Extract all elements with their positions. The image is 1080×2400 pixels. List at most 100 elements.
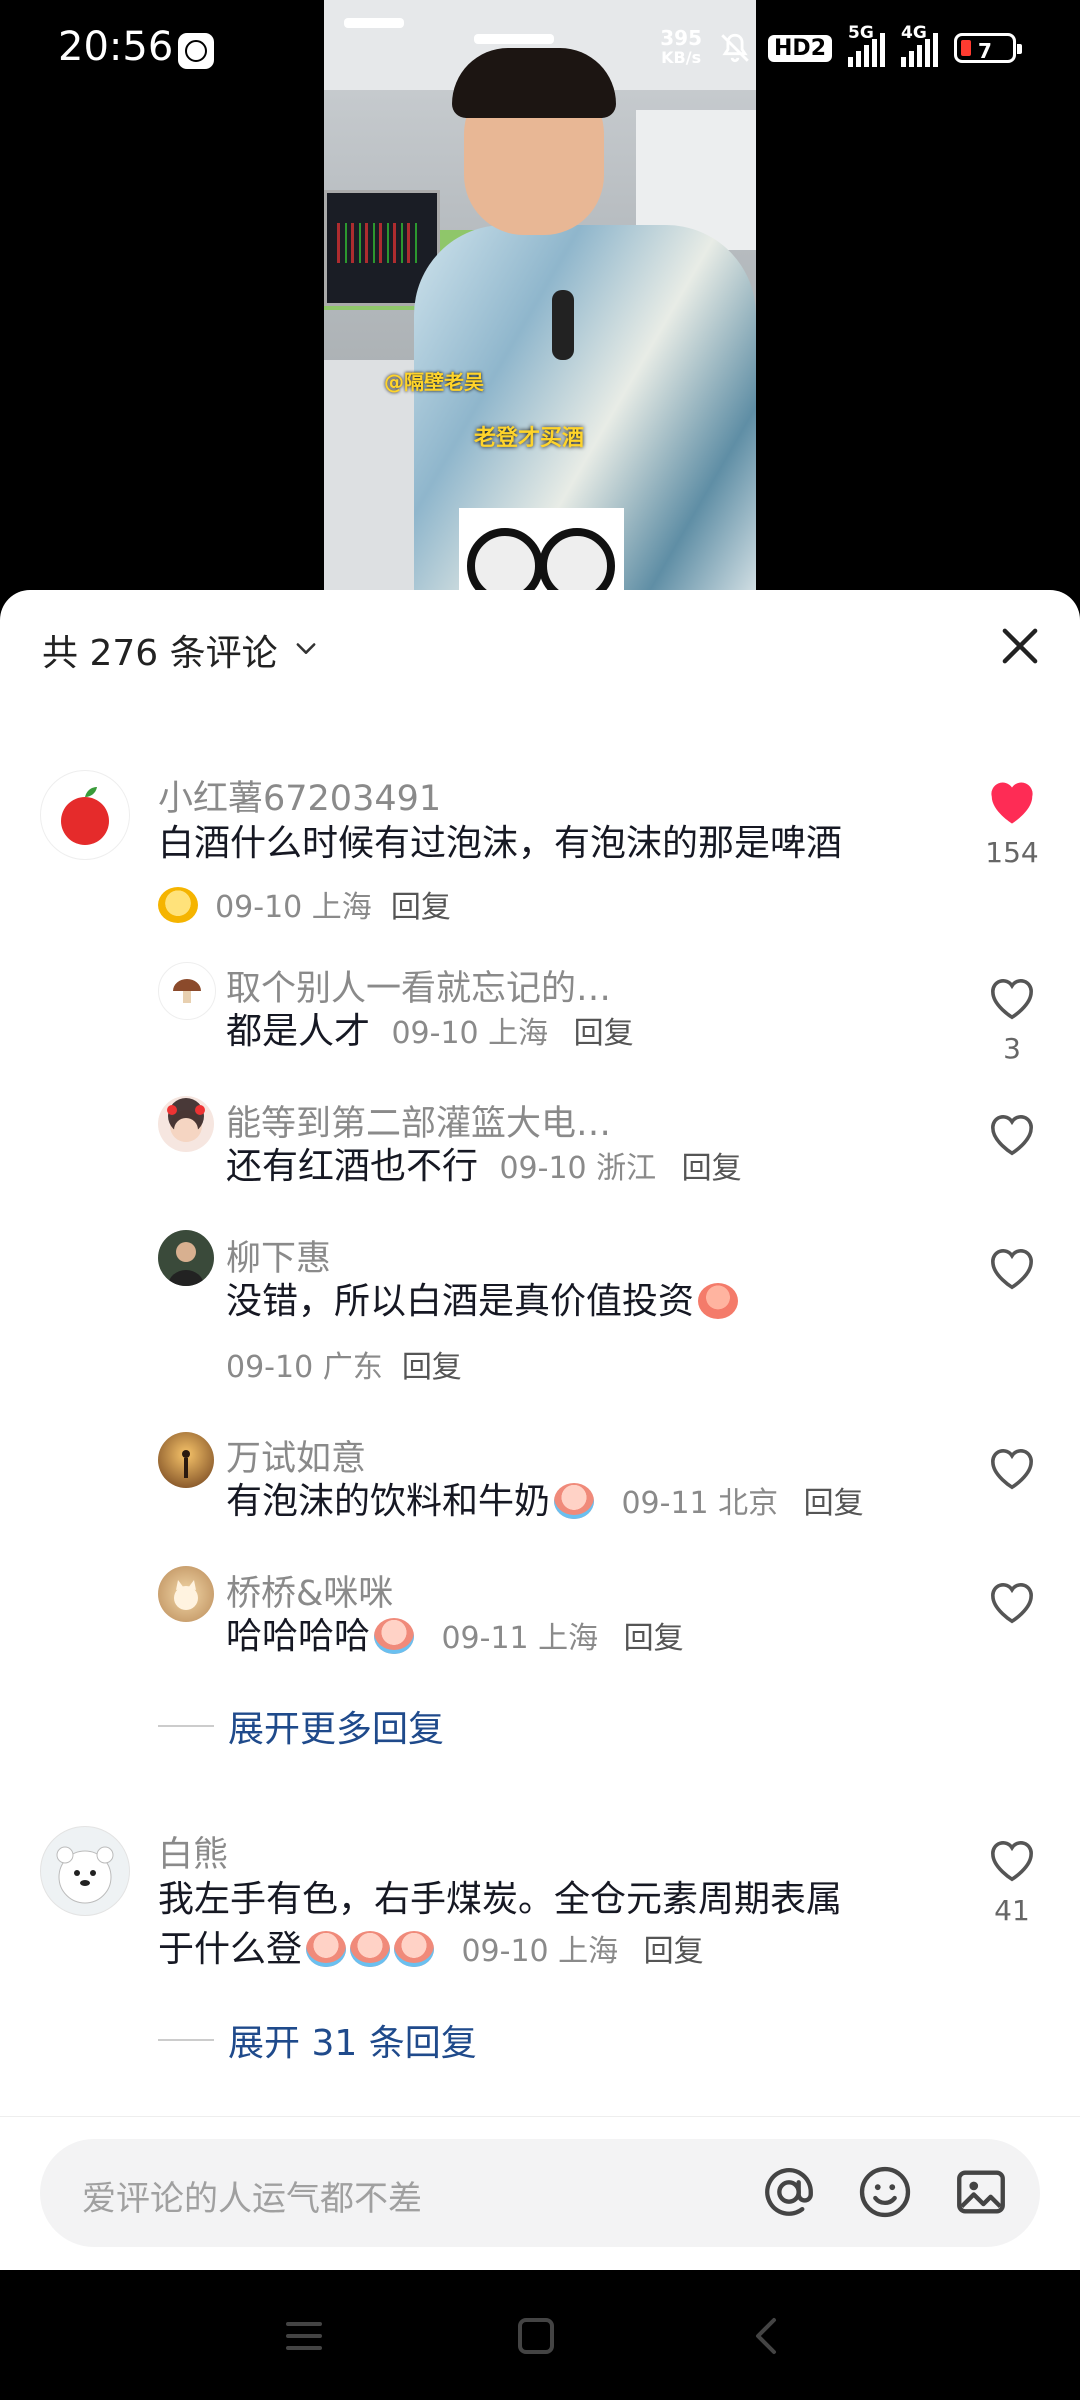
- reply-meta: 09-11 上海: [441, 1621, 599, 1656]
- avatar[interactable]: [158, 1096, 214, 1152]
- cat-avatar-icon: [174, 1580, 198, 1610]
- heart-icon: [991, 1583, 1033, 1624]
- panda-sticker: [459, 508, 624, 600]
- comment-username[interactable]: 小红薯67203491: [158, 770, 441, 821]
- like-count: 154: [985, 836, 1039, 869]
- reply-text-row: 没错，所以白酒是真价值投资: [226, 1278, 739, 1326]
- video-caption: 老登才买酒: [474, 426, 585, 451]
- reply-button[interactable]: 回复: [644, 1934, 704, 1969]
- reply-button[interactable]: 回复: [402, 1350, 462, 1385]
- like-button[interactable]: [982, 1242, 1042, 1296]
- status-indicators: 395 KB/s HD2 5G 4G 7: [660, 23, 1022, 68]
- comment-username[interactable]: 白熊: [158, 1826, 228, 1877]
- person-avatar-icon: [168, 1242, 204, 1286]
- video-mention-tag: @隔壁老吴: [384, 370, 484, 394]
- reply-text: 有泡沫的饮料和牛奶: [226, 1481, 551, 1522]
- signal-4g-label: 4G: [901, 23, 927, 43]
- avatar[interactable]: [158, 962, 216, 1020]
- heart-icon: [991, 979, 1033, 1020]
- at-icon[interactable]: [760, 2163, 818, 2221]
- mushroom-avatar-icon: [173, 979, 201, 1003]
- heart-icon: [991, 1249, 1033, 1290]
- like-button[interactable]: 154: [982, 776, 1042, 869]
- reply-button[interactable]: 回复: [804, 1486, 864, 1521]
- reply-meta-row: 09-10 广东 回复: [226, 1342, 462, 1386]
- image-icon[interactable]: [952, 2163, 1010, 2221]
- reply-text: 没错，所以白酒是真价值投资: [226, 1281, 695, 1322]
- reply-button[interactable]: 回复: [574, 1016, 634, 1051]
- apple-avatar-icon: [61, 787, 109, 845]
- like-button[interactable]: [982, 1108, 1042, 1162]
- reply-button[interactable]: 回复: [682, 1151, 742, 1186]
- battery-icon: 7: [954, 33, 1022, 63]
- heart-icon: [991, 1449, 1033, 1490]
- expand-more-replies-label: 展开更多回复: [228, 1709, 445, 1750]
- video-microphone: [552, 290, 574, 360]
- emoji-cry-laugh-icon: [350, 1931, 391, 1967]
- heart-filled-icon: [991, 782, 1033, 824]
- comment-count-selector[interactable]: 共 276 条评论: [42, 624, 278, 676]
- reply-text: 哈哈哈哈: [226, 1616, 371, 1657]
- reply-username[interactable]: 桥桥&咪咪: [226, 1565, 393, 1616]
- battery-level: 7: [978, 39, 992, 63]
- comment-meta: 09-10 上海: [461, 1934, 619, 1969]
- girl-avatar-icon: [167, 1098, 205, 1142]
- reply-text-row: 哈哈哈哈 09-11 上海 回复: [226, 1613, 684, 1663]
- expand-more-replies-button[interactable]: 展开更多回复: [158, 1700, 444, 1752]
- reply-meta: 09-10 上海: [391, 1016, 549, 1051]
- comment-input-placeholder: 爱评论的人运气都不差: [82, 2179, 422, 2219]
- reply-meta: 09-11 北京: [621, 1486, 779, 1521]
- reply-button[interactable]: 回复: [391, 890, 451, 925]
- reply-button[interactable]: 回复: [624, 1621, 684, 1656]
- expand-31-replies-label: 展开 31 条回复: [228, 2023, 477, 2064]
- heart-icon: [991, 1115, 1033, 1156]
- status-bar: 20:56 395 KB/s HD2 5G 4G 7: [0, 0, 1080, 110]
- avatar[interactable]: [40, 1826, 130, 1916]
- reply-meta: 09-10 广东: [226, 1350, 383, 1385]
- avatar[interactable]: [40, 770, 130, 860]
- reply-text: 都是人才: [226, 1011, 371, 1052]
- avatar[interactable]: [158, 1230, 214, 1286]
- expand-31-replies-button[interactable]: 展开 31 条回复: [158, 2014, 477, 2066]
- like-button[interactable]: [982, 1442, 1042, 1496]
- reply-text-row: 有泡沫的饮料和牛奶 09-11 北京 回复: [226, 1478, 864, 1528]
- reply-username[interactable]: 取个别人一看就忘记的…: [226, 960, 611, 1011]
- avatar[interactable]: [158, 1432, 214, 1488]
- reply-username[interactable]: 能等到第二部灌篮大电…: [226, 1095, 611, 1146]
- system-nav-bar: [0, 2270, 1080, 2400]
- like-button[interactable]: 41: [982, 1834, 1042, 1927]
- comment-text-row: 于什么登 09-10 上海 回复: [158, 1926, 704, 1976]
- like-button[interactable]: 3: [982, 972, 1042, 1065]
- network-speed-unit: KB/s: [661, 48, 702, 67]
- reply-username[interactable]: 柳下惠: [226, 1230, 331, 1281]
- comment-text-line-1: 我左手有色，右手煤炭。全仓元素周期表属: [158, 1879, 843, 1920]
- avatar[interactable]: [158, 1566, 214, 1622]
- emoji-laugh-icon: [698, 1283, 739, 1319]
- reply-username[interactable]: 万试如意: [226, 1430, 366, 1481]
- signal-5g-icon: 5G: [848, 23, 885, 67]
- network-speed-value: 395: [660, 26, 703, 50]
- comment-input[interactable]: 爱评论的人运气都不差: [40, 2139, 1040, 2247]
- emoji-cry-laugh-icon: [374, 1618, 415, 1654]
- white-bear-avatar-icon: [56, 1846, 114, 1904]
- bell-muted-icon: [721, 33, 749, 63]
- comment-input-bar: 爱评论的人运气都不差: [0, 2116, 1080, 2271]
- emoji-cry-laugh-icon: [554, 1483, 595, 1519]
- emoji-cry-laugh-icon: [306, 1931, 347, 1967]
- emoji-icon[interactable]: [856, 2163, 914, 2221]
- clock-app-icon: [178, 33, 214, 69]
- signal-5g-label: 5G: [848, 23, 874, 43]
- close-icon[interactable]: [994, 620, 1046, 672]
- comment-meta-row: 09-10 上海 回复: [158, 882, 451, 926]
- chevron-down-icon[interactable]: [292, 634, 320, 662]
- comment-meta: 09-10 上海: [215, 890, 372, 925]
- emoji-sticker-icon: [158, 887, 198, 923]
- hd-badge: HD2: [768, 34, 832, 62]
- back-icon[interactable]: [744, 2312, 792, 2360]
- home-icon[interactable]: [512, 2312, 560, 2360]
- comment-sheet: 共 276 条评论 小红薯67203491 白酒什么时候有过泡沫，有泡沫的那是啤…: [0, 590, 1080, 2270]
- like-button[interactable]: [982, 1576, 1042, 1630]
- network-speed: 395 KB/s: [660, 28, 702, 68]
- comment-text-line-2: 于什么登: [158, 1929, 303, 1970]
- menu-icon[interactable]: [280, 2312, 328, 2360]
